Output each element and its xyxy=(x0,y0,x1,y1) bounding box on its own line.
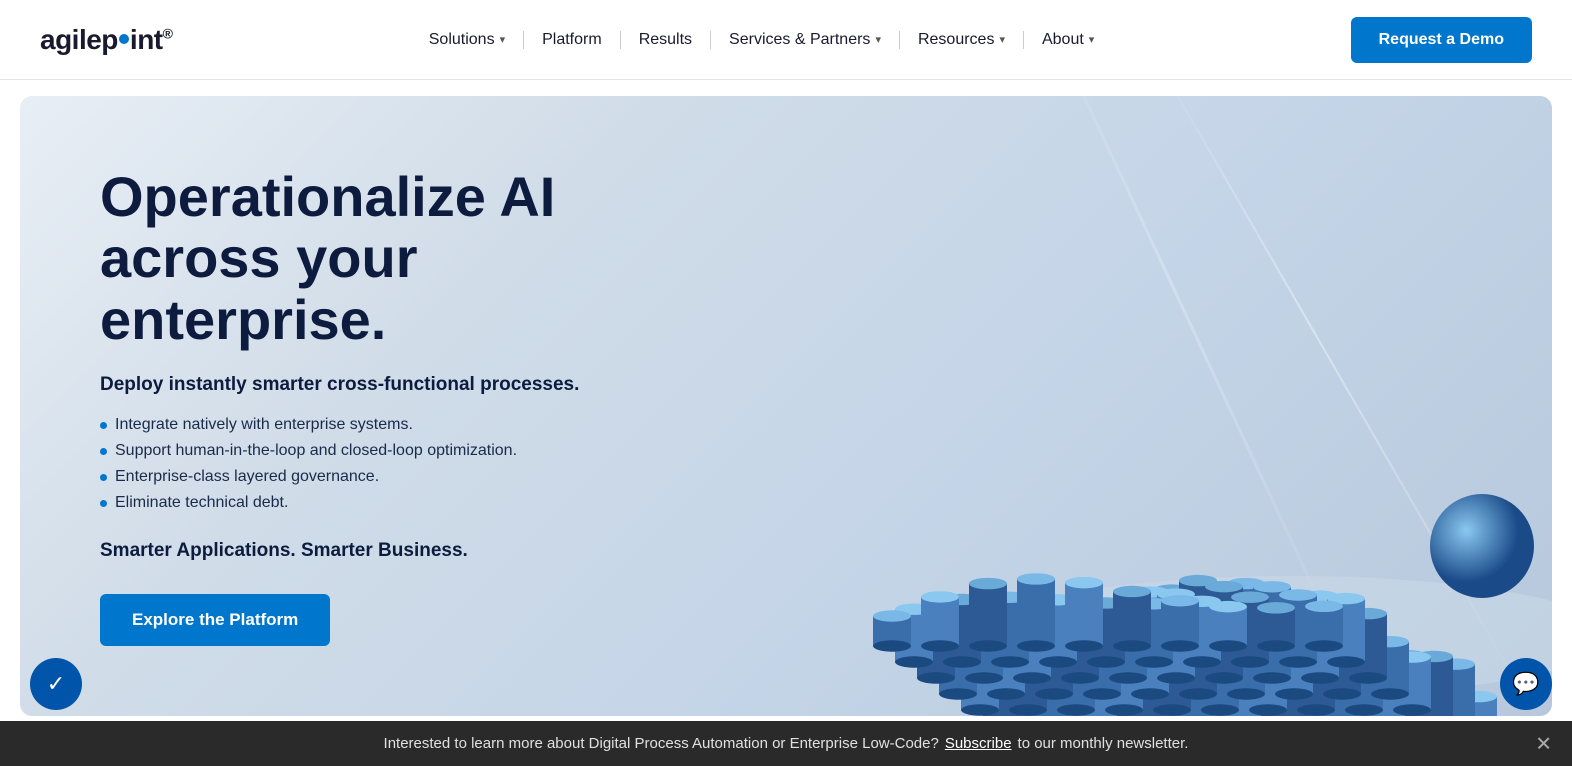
bullet-dot-icon xyxy=(100,422,107,429)
chevron-down-icon: ▾ xyxy=(999,33,1005,46)
nav-solutions[interactable]: Solutions ▾ xyxy=(411,31,524,49)
hero-bullet-list: Integrate natively with enterprise syste… xyxy=(100,416,620,512)
nav-about[interactable]: About ▾ xyxy=(1024,31,1112,49)
logo-text: agilepint® xyxy=(40,24,172,56)
chat-icon: 💬 xyxy=(1512,671,1539,697)
trust-badge-button[interactable]: ✓ xyxy=(30,658,82,710)
hero-section: Operationalize AI across your enterprise… xyxy=(20,96,1552,716)
banner-text-before: Interested to learn more about Digital P… xyxy=(384,735,939,752)
bullet-dot-icon xyxy=(100,474,107,481)
chat-button[interactable]: 💬 xyxy=(1500,658,1552,710)
hero-title: Operationalize AI across your enterprise… xyxy=(100,166,620,351)
hero-tagline: Smarter Applications. Smarter Business. xyxy=(100,540,620,562)
close-icon[interactable]: ✕ xyxy=(1535,731,1552,756)
newsletter-banner: Interested to learn more about Digital P… xyxy=(0,721,1572,766)
nav-resources[interactable]: Resources ▾ xyxy=(900,31,1024,49)
nav-services-partners[interactable]: Services & Partners ▾ xyxy=(711,31,900,49)
main-header: agilepint® Solutions ▾ Platform Results … xyxy=(0,0,1572,80)
chevron-down-icon: ▾ xyxy=(875,33,881,46)
chevron-down-icon: ▾ xyxy=(1089,33,1095,46)
nav-platform[interactable]: Platform xyxy=(524,31,621,49)
hero-content: Operationalize AI across your enterprise… xyxy=(20,106,700,707)
bullet-item-2: Support human-in-the-loop and closed-loo… xyxy=(100,442,620,460)
explore-platform-button[interactable]: Explore the Platform xyxy=(100,594,330,646)
hero-subtitle: Deploy instantly smarter cross-functiona… xyxy=(100,374,620,396)
main-nav: Solutions ▾ Platform Results Services & … xyxy=(411,31,1113,49)
logo[interactable]: agilepint® xyxy=(40,24,172,56)
cylinders-illustration: // This is an SVG — let JS render cylind… xyxy=(732,156,1552,716)
nav-results[interactable]: Results xyxy=(621,31,711,49)
bullet-item-4: Eliminate technical debt. xyxy=(100,494,620,512)
request-demo-button[interactable]: Request a Demo xyxy=(1351,17,1532,63)
hero-3d-visual: // This is an SVG — let JS render cylind… xyxy=(732,156,1552,716)
logo-dot-icon xyxy=(119,34,129,44)
subscribe-link[interactable]: Subscribe xyxy=(945,735,1012,752)
bullet-dot-icon xyxy=(100,500,107,507)
bullet-item-3: Enterprise-class layered governance. xyxy=(100,468,620,486)
banner-text-after: to our monthly newsletter. xyxy=(1018,735,1189,752)
bullet-item-1: Integrate natively with enterprise syste… xyxy=(100,416,620,434)
chevron-down-icon: ▾ xyxy=(500,33,506,46)
shield-check-icon: ✓ xyxy=(47,671,65,697)
bullet-dot-icon xyxy=(100,448,107,455)
